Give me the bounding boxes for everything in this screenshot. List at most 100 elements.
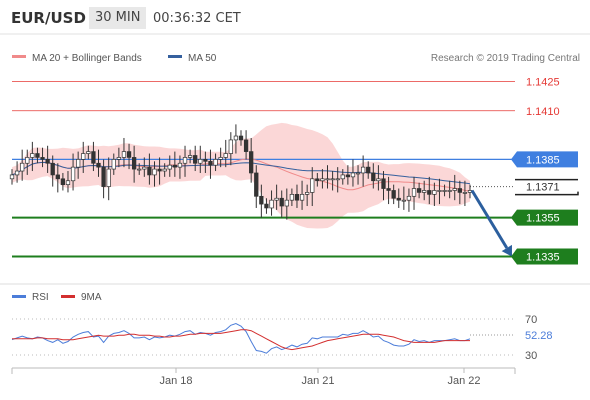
candle-body-up xyxy=(177,162,183,168)
candle-body-down xyxy=(249,151,254,174)
candle-body-up xyxy=(228,139,233,154)
candle-body-up xyxy=(330,178,335,181)
forecast-arrow xyxy=(470,189,512,257)
candle-body-up xyxy=(30,153,35,158)
candle-body-up xyxy=(116,157,122,160)
candle-body-up xyxy=(340,174,345,180)
candle-body-down xyxy=(96,162,101,168)
level-tag-1.1425: 1.1425 xyxy=(515,74,578,89)
candle-body-down xyxy=(60,178,66,185)
candle-body-up xyxy=(335,178,340,181)
ma20-legend-swatch xyxy=(12,55,26,58)
candle-body-down xyxy=(366,166,371,174)
ma50-legend-label: MA 50 xyxy=(188,53,217,64)
candle-body-up xyxy=(65,180,71,185)
candle-body-down xyxy=(193,155,198,164)
candle-body-down xyxy=(391,190,396,199)
candle-body-down xyxy=(172,164,177,168)
candle-body-up xyxy=(81,153,86,160)
candle-body-down xyxy=(259,195,264,205)
x-tick-label: Jan 18 xyxy=(159,375,192,387)
candle-body-down xyxy=(294,194,300,201)
candle-body-up xyxy=(70,166,76,182)
candle-body-down xyxy=(35,153,40,158)
rsi-legend: RSI 9MA xyxy=(12,292,102,303)
candle-body-down xyxy=(457,188,462,193)
candle-body-up xyxy=(187,155,193,158)
candle-body-up xyxy=(9,174,15,180)
candle-body-down xyxy=(101,166,106,187)
level-tag-1.1335: 1.1335 xyxy=(511,248,578,265)
candle-body-up xyxy=(437,190,442,192)
x-tick-label: Jan 21 xyxy=(301,375,334,387)
candle-body-up xyxy=(422,190,427,193)
candle-body-down xyxy=(147,166,152,176)
candle-body-up xyxy=(406,195,412,201)
candle-body-down xyxy=(40,157,45,160)
candle-body-down xyxy=(345,174,351,178)
candle-body-up xyxy=(20,162,25,172)
candle-body-up xyxy=(411,188,417,197)
candle-body-down xyxy=(254,172,259,197)
candle-body-up xyxy=(462,192,468,194)
chart-canvas: MA 20 + Bollinger Bands MA 50 Research ©… xyxy=(0,33,590,387)
ma20-legend-label: MA 20 + Bollinger Bands xyxy=(32,53,142,64)
candle-body-down xyxy=(208,160,213,166)
x-axis: Jan 18 Jan 21 Jan 22 xyxy=(159,368,481,387)
candle-body-down xyxy=(157,168,162,172)
candle-body-down xyxy=(55,174,60,180)
candle-body-down xyxy=(279,197,284,207)
level-tag-text: 1.1385 xyxy=(526,154,560,166)
x-tick-label: Jan 22 xyxy=(447,375,480,387)
candle-body-up xyxy=(14,170,20,176)
level-tag-text: 1.1410 xyxy=(526,106,560,118)
candle-body-up xyxy=(320,178,325,182)
candle-body-up xyxy=(274,197,279,201)
candle-body-up xyxy=(167,164,172,170)
candle-body-up xyxy=(401,199,406,202)
candle-body-up xyxy=(121,151,127,158)
candle-body-up xyxy=(325,178,330,181)
candle-body-up xyxy=(198,159,203,164)
level-tag-1.1385: 1.1385 xyxy=(511,151,578,168)
candle-body-up xyxy=(310,178,315,193)
price-legend: MA 20 + Bollinger Bands MA 50 Research ©… xyxy=(12,53,580,64)
candle-body-up xyxy=(452,188,457,191)
candle-body-up xyxy=(432,190,437,195)
candle-body-down xyxy=(315,178,320,182)
candle-body-up xyxy=(106,168,111,187)
forecast-arrow-shaft xyxy=(470,189,509,249)
candle-body-down xyxy=(396,197,401,201)
candle-body-down xyxy=(45,159,50,164)
rsi-ma-line xyxy=(12,329,470,351)
candle-body-up xyxy=(25,157,30,164)
candle-body-down xyxy=(131,157,137,170)
level-tag-text: 1.1425 xyxy=(526,77,560,89)
ma50-legend-swatch xyxy=(168,55,182,58)
candle-body-up xyxy=(137,168,142,171)
candle-body-up xyxy=(305,192,310,195)
candle-body-down xyxy=(91,151,96,164)
level-tag-text: 1.1335 xyxy=(526,252,560,264)
candle-body-up xyxy=(447,190,452,192)
candle-body-up xyxy=(289,194,295,201)
candle-body-down xyxy=(126,151,132,158)
candle-body-up xyxy=(442,190,447,192)
ma9-legend-label: 9MA xyxy=(81,292,102,303)
rsi-panel: 70 30 52.28 xyxy=(11,314,553,362)
level-tag-1.1355: 1.1355 xyxy=(511,209,578,226)
level-tags: 1.1425 1.1410 1.1385 1.1355 1.1335 1.1371 xyxy=(511,74,579,265)
last-price-tag: 1.1371 xyxy=(515,178,579,196)
level-tag-text: 1.1355 xyxy=(526,213,560,225)
candle-body-down xyxy=(427,190,432,195)
candle-body-up xyxy=(182,157,188,164)
rsi-legend-label: RSI xyxy=(32,292,49,303)
rsi-tick-30: 30 xyxy=(525,350,537,362)
candle-body-up xyxy=(218,157,223,160)
candle-body-up xyxy=(269,199,274,209)
candle-body-up xyxy=(360,166,366,174)
candle-body-up xyxy=(350,172,356,178)
rsi-tick-70: 70 xyxy=(525,314,537,326)
candle-body-up xyxy=(355,172,361,175)
candle-body-down xyxy=(264,203,269,209)
